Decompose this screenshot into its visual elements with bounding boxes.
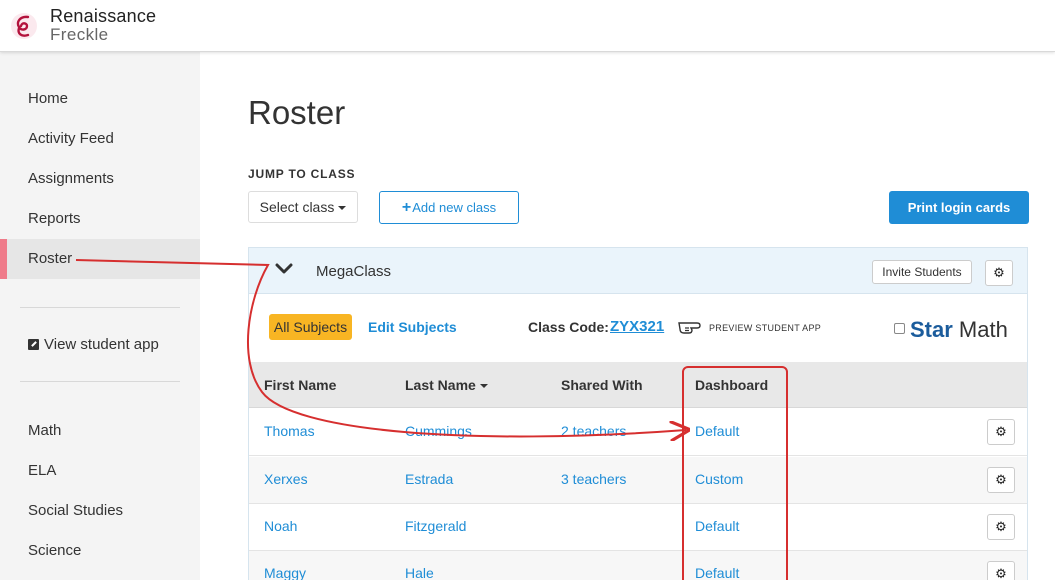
table-row: Maggy Hale Default ⚙ <box>249 551 1027 580</box>
select-class-dropdown[interactable]: Select class <box>248 191 358 223</box>
first-name-cell[interactable]: Noah <box>264 518 297 534</box>
chevron-down-icon[interactable] <box>275 262 293 276</box>
sidebar-item-assignments[interactable]: Assignments <box>0 159 200 199</box>
shared-with-cell[interactable]: 2 teachers <box>561 423 626 439</box>
gear-icon: ⚙ <box>993 265 1005 280</box>
plus-icon: + <box>401 199 412 216</box>
dashboard-cell[interactable]: Default <box>695 423 739 439</box>
caret-down-icon <box>338 206 347 210</box>
add-new-class-label: Add new class <box>412 200 497 215</box>
sidebar-item-math[interactable]: Math <box>0 411 200 451</box>
row-settings-button[interactable]: ⚙ <box>987 419 1015 445</box>
gear-icon: ⚙ <box>995 472 1007 487</box>
column-first-name[interactable]: First Name <box>264 377 336 393</box>
first-name-cell[interactable]: Thomas <box>264 423 315 439</box>
add-new-class-button[interactable]: +Add new class <box>379 191 519 224</box>
invite-students-button[interactable]: Invite Students <box>872 260 972 284</box>
sidebar-item-roster[interactable]: Roster <box>0 239 200 279</box>
sidebar-divider <box>20 381 180 382</box>
last-name-cell[interactable]: Estrada <box>405 471 453 487</box>
dashboard-cell[interactable]: Custom <box>695 471 743 487</box>
gear-icon: ⚙ <box>995 566 1007 580</box>
sidebar-divider <box>20 307 180 308</box>
class-settings-button[interactable]: ⚙ <box>985 260 1013 286</box>
sort-caret-icon <box>479 384 488 388</box>
page-title: Roster <box>248 94 346 131</box>
class-panel-header: MegaClass Invite Students ⚙ <box>249 248 1027 294</box>
class-name: MegaClass <box>316 263 392 280</box>
external-link-icon <box>28 339 39 350</box>
gear-icon: ⚙ <box>995 519 1007 534</box>
brand-name: Renaissance <box>50 6 157 26</box>
row-settings-button[interactable]: ⚙ <box>987 561 1015 580</box>
star-math-label: Star Math <box>910 317 1008 342</box>
last-name-cell[interactable]: Fitzgerald <box>405 518 466 534</box>
column-shared-with[interactable]: Shared With <box>561 377 643 393</box>
jump-to-class-label: JUMP TO CLASS <box>248 167 356 181</box>
pointing-hand-icon <box>678 322 701 334</box>
preview-student-app-label: PREVIEW STUDENT APP <box>709 323 822 333</box>
row-settings-button[interactable]: ⚙ <box>987 514 1015 540</box>
first-name-cell[interactable]: Xerxes <box>264 471 308 487</box>
star-math-checkbox[interactable] <box>894 323 905 334</box>
all-subjects-button[interactable]: All Subjects <box>269 314 352 340</box>
column-last-name[interactable]: Last Name <box>405 377 488 393</box>
shared-with-cell[interactable]: 3 teachers <box>561 471 626 487</box>
top-header: Renaissance Freckle <box>0 0 1055 52</box>
print-login-cards-button[interactable]: Print login cards <box>889 191 1029 224</box>
sidebar-item-science[interactable]: Science <box>0 531 200 571</box>
last-name-cell[interactable]: Cummings <box>405 423 472 439</box>
class-code-link[interactable]: ZYX321 <box>610 318 664 335</box>
column-dashboard[interactable]: Dashboard <box>695 377 768 393</box>
view-student-app-link[interactable]: View student app <box>0 325 200 365</box>
freckle-logo-icon[interactable] <box>10 8 38 44</box>
class-panel: MegaClass Invite Students ⚙ All Subjects… <box>248 247 1028 580</box>
row-settings-button[interactable]: ⚙ <box>987 467 1015 493</box>
subject-bar: All Subjects Edit Subjects Class Code: Z… <box>249 295 1027 361</box>
first-name-cell[interactable]: Maggy <box>264 565 306 580</box>
sidebar: Home Activity Feed Assignments Reports R… <box>0 52 200 580</box>
table-header: First Name Last Name Shared With Dashboa… <box>249 362 1027 408</box>
sidebar-item-reports[interactable]: Reports <box>0 199 200 239</box>
view-student-app-label: View student app <box>44 336 159 353</box>
sidebar-item-home[interactable]: Home <box>0 79 200 119</box>
table-row: Xerxes Estrada 3 teachers Custom ⚙ <box>249 457 1027 504</box>
select-class-label: Select class <box>259 199 335 215</box>
edit-subjects-link[interactable]: Edit Subjects <box>368 319 457 335</box>
sidebar-item-social-studies[interactable]: Social Studies <box>0 491 200 531</box>
dashboard-cell[interactable]: Default <box>695 565 739 580</box>
brand-product: Freckle <box>50 25 109 44</box>
last-name-cell[interactable]: Hale <box>405 565 434 580</box>
table-row: Noah Fitzgerald Default ⚙ <box>249 504 1027 551</box>
class-code-label: Class Code: <box>528 319 609 335</box>
sidebar-item-activity-feed[interactable]: Activity Feed <box>0 119 200 159</box>
dashboard-cell[interactable]: Default <box>695 518 739 534</box>
gear-icon: ⚙ <box>995 424 1007 439</box>
table-row: Thomas Cummings 2 teachers Default ⚙ <box>249 409 1027 456</box>
sidebar-item-ela[interactable]: ELA <box>0 451 200 491</box>
